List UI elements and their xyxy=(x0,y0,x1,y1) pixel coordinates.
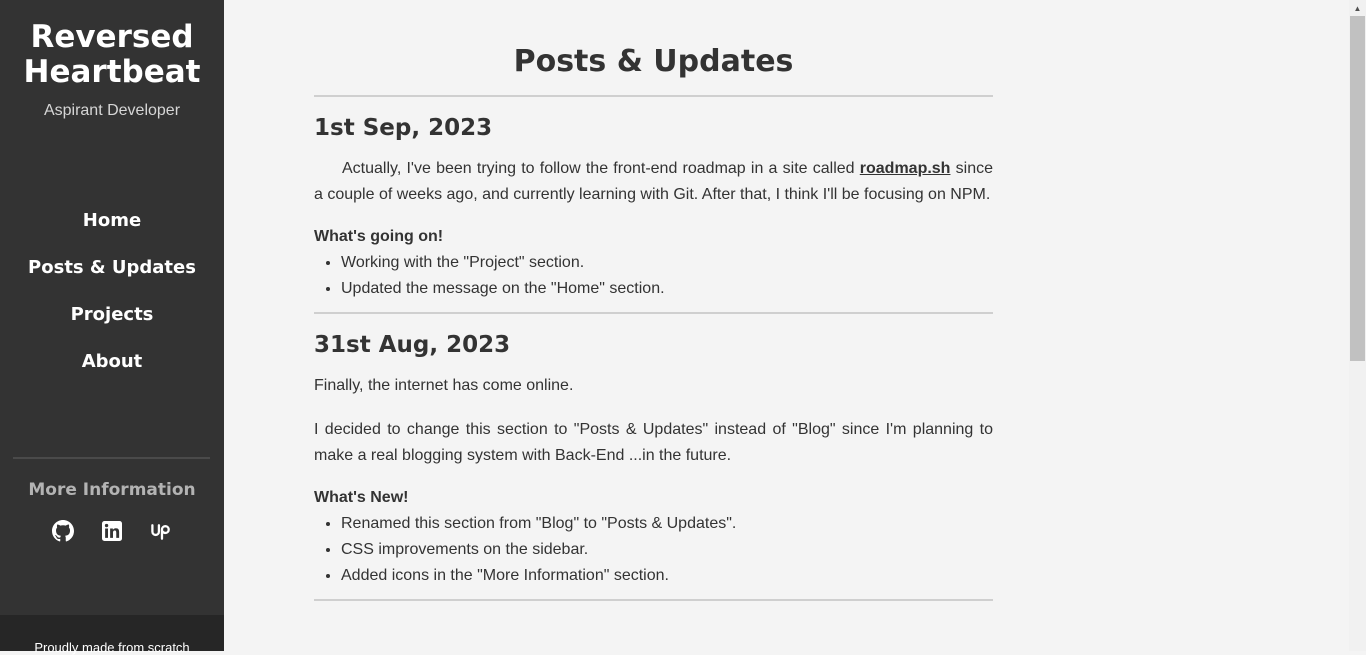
post-list: Working with the "Project" section. Upda… xyxy=(314,250,993,302)
nav-item-about: About xyxy=(0,348,224,395)
post-list-heading: What's New! xyxy=(314,489,409,506)
scroll-up-arrow-icon[interactable]: ▲ xyxy=(1349,0,1366,16)
sidebar-divider xyxy=(13,457,210,459)
footer-text: Proudly made from scratch xyxy=(34,640,190,655)
main-content: Posts & Updates 1st Sep, 2023 Actually, … xyxy=(314,0,993,601)
sidebar-footer: Proudly made from scratch xyxy=(0,615,224,655)
post-list-heading: What's going on! xyxy=(314,228,444,245)
nav-link-posts-updates[interactable]: Posts & Updates xyxy=(28,254,196,282)
list-item: Added icons in the "More Information" se… xyxy=(341,563,993,589)
post-paragraph: Finally, the internet has come online. xyxy=(314,377,574,394)
post-date: 31st Aug, 2023 xyxy=(314,332,511,358)
post-intro: Actually, I've been trying to follow the… xyxy=(314,156,993,208)
github-icon[interactable] xyxy=(52,519,75,542)
scrollbar-thumb[interactable] xyxy=(1350,16,1365,361)
post-date: 1st Sep, 2023 xyxy=(314,115,493,141)
brand: Reversed Heartbeat Aspirant Developer xyxy=(0,0,224,120)
site-title-line1: Reversed xyxy=(30,19,194,55)
sidebar: Reversed Heartbeat Aspirant Developer Ho… xyxy=(0,0,224,655)
post-2023-08-31: 31st Aug, 2023 Finally, the internet has… xyxy=(314,332,993,601)
list-item: Updated the message on the "Home" sectio… xyxy=(341,276,993,302)
nav-item-home: Home xyxy=(0,207,224,254)
nav-link-home[interactable]: Home xyxy=(83,207,141,235)
list-item: Working with the "Project" section. xyxy=(341,250,993,276)
more-information-heading: More Information xyxy=(28,480,196,500)
social-links xyxy=(0,519,224,542)
nav-link-projects[interactable]: Projects xyxy=(71,301,154,329)
main-nav: Home Posts & Updates Projects About xyxy=(0,207,224,395)
post-2023-09-01: 1st Sep, 2023 Actually, I've been trying… xyxy=(314,115,993,314)
upwork-icon[interactable] xyxy=(150,519,173,542)
page-title: Posts & Updates xyxy=(314,44,993,97)
nav-link-about[interactable]: About xyxy=(82,348,143,376)
roadmap-link[interactable]: roadmap.sh xyxy=(860,160,951,177)
post-list: Renamed this section from "Blog" to "Pos… xyxy=(314,511,993,589)
post-paragraph: I decided to change this section to "Pos… xyxy=(314,421,993,464)
vertical-scrollbar[interactable]: ▲ xyxy=(1349,0,1366,651)
post-intro-text: Actually, I've been trying to follow the… xyxy=(342,160,860,177)
nav-item-projects: Projects xyxy=(0,301,224,348)
site-title-line2: Heartbeat xyxy=(23,54,201,90)
list-item: Renamed this section from "Blog" to "Pos… xyxy=(341,511,993,537)
site-tagline: Aspirant Developer xyxy=(43,102,181,119)
site-title[interactable]: Reversed Heartbeat xyxy=(0,20,224,90)
linkedin-icon[interactable] xyxy=(101,519,124,542)
nav-item-posts: Posts & Updates xyxy=(0,254,224,301)
list-item: CSS improvements on the sidebar. xyxy=(341,537,993,563)
